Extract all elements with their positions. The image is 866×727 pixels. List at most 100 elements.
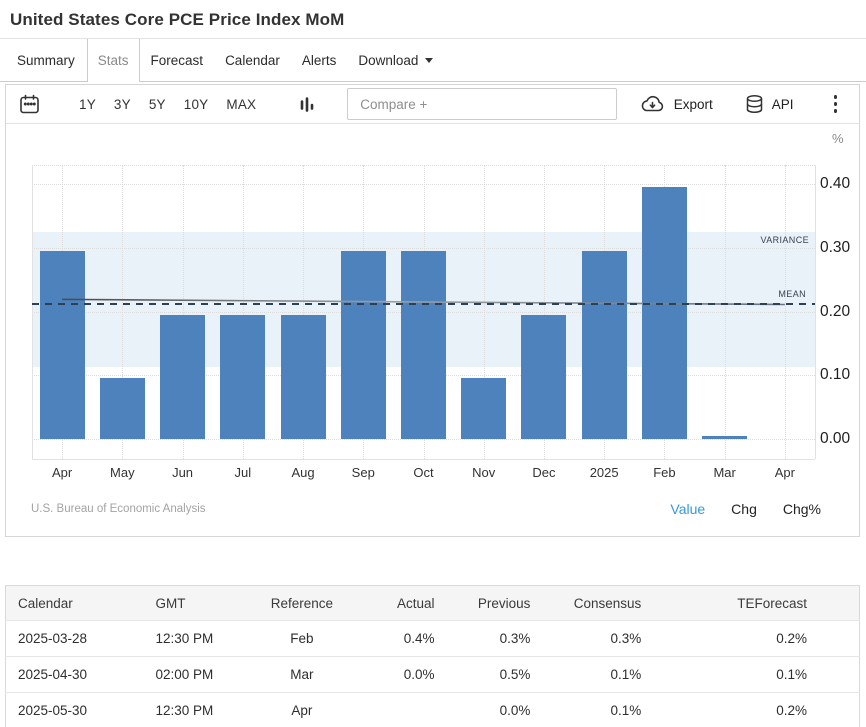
cell-calendar: 2025-04-30	[6, 657, 145, 693]
column-header-gmt: GMT	[144, 586, 255, 621]
view-link-chg[interactable]: Chg	[731, 501, 757, 517]
api-button[interactable]: API	[745, 94, 794, 115]
cell-calendar: 2025-03-28	[6, 621, 145, 657]
column-header-previous: Previous	[441, 586, 537, 621]
chart-toolbar: 1Y 3Y 5Y 10Y MAX	[6, 85, 859, 124]
cell-actual: 0.4%	[348, 621, 441, 657]
cell-previous: 0.0%	[441, 693, 537, 727]
range-button-10y[interactable]: 10Y	[184, 97, 209, 112]
cell-teforecast: 0.1%	[647, 657, 859, 693]
mean-line	[32, 303, 815, 305]
tab-summary[interactable]: Summary	[0, 39, 87, 81]
cell-reference: Feb	[256, 621, 348, 657]
table-row: 2025-03-2812:30 PMFeb0.4%0.3%0.3%0.2%	[6, 621, 860, 657]
y-tick-label: 0.00	[820, 430, 864, 448]
cell-gmt: 12:30 PM	[144, 693, 255, 727]
column-header-actual: Actual	[348, 586, 441, 621]
tab-download[interactable]: Download	[347, 39, 444, 81]
y-tick-label: 0.30	[820, 239, 864, 257]
x-tick-label-Dec: Dec	[514, 465, 574, 480]
tab-calendar[interactable]: Calendar	[214, 39, 291, 81]
x-tick-label-Apr: Apr	[32, 465, 92, 480]
tab-label: Calendar	[225, 53, 280, 68]
cell-actual	[348, 693, 441, 727]
x-tick-label-Mar: Mar	[695, 465, 755, 480]
x-tick-label-Feb: Feb	[634, 465, 694, 480]
database-icon	[745, 94, 764, 115]
tab-label: Forecast	[151, 53, 204, 68]
view-link-value[interactable]: Value	[670, 501, 705, 517]
page: United States Core PCE Price Index MoM S…	[0, 0, 866, 727]
plot: VARIANCEMEAN%0.000.100.200.300.40AprMayJ…	[6, 124, 859, 537]
compare-input[interactable]	[347, 88, 617, 120]
x-tick-label-May: May	[92, 465, 152, 480]
cell-gmt: 02:00 PM	[144, 657, 255, 693]
page-title: United States Core PCE Price Index MoM	[0, 0, 866, 30]
x-tick-label-Aug: Aug	[273, 465, 333, 480]
chart-footer: U.S. Bureau of Economic Analysis Value Ch…	[31, 498, 821, 520]
view-toggle: Value Chg Chg%	[670, 501, 821, 517]
y-tick-label: 0.20	[820, 303, 864, 321]
chart-card: 1Y 3Y 5Y 10Y MAX	[5, 84, 860, 537]
column-header-teforecast: TEForecast	[647, 586, 859, 621]
tab-label: Download	[358, 53, 418, 68]
tab-alerts[interactable]: Alerts	[291, 39, 348, 81]
title-bar: United States Core PCE Price Index MoM	[0, 0, 866, 39]
x-tick-label-Sep: Sep	[333, 465, 393, 480]
column-header-consensus: Consensus	[536, 586, 647, 621]
tab-bar: Summary Stats Forecast Calendar Alerts Downlo…	[0, 39, 866, 82]
cell-consensus: 0.1%	[536, 693, 647, 727]
table-row: 2025-04-3002:00 PMMar0.0%0.5%0.1%0.1%	[6, 657, 860, 693]
cloud-download-icon	[639, 94, 666, 114]
caret-down-icon	[425, 58, 433, 63]
cell-previous: 0.5%	[441, 657, 537, 693]
cell-consensus: 0.3%	[536, 621, 647, 657]
tab-forecast[interactable]: Forecast	[140, 39, 215, 81]
x-tick-label-2025: 2025	[574, 465, 634, 480]
range-button-5y[interactable]: 5Y	[149, 97, 166, 112]
chart-area: VARIANCEMEAN%0.000.100.200.300.40AprMayJ…	[6, 124, 859, 537]
y-tick-label: 0.40	[820, 175, 864, 193]
kebab-menu-icon	[834, 95, 838, 99]
range-button-max[interactable]: MAX	[226, 97, 256, 112]
view-link-chg[interactable]: Chg%	[783, 501, 821, 517]
cell-reference: Mar	[256, 657, 348, 693]
column-chart-icon	[297, 94, 317, 114]
x-tick-label-Oct: Oct	[393, 465, 453, 480]
cell-actual: 0.0%	[348, 657, 441, 693]
releases-table: CalendarGMTReferenceActualPreviousConsen…	[5, 585, 860, 727]
table-row: 2025-05-3012:30 PMApr 0.0%0.1%0.2%	[6, 693, 860, 727]
variance-label: VARIANCE	[729, 235, 809, 245]
more-menu-button[interactable]	[830, 91, 842, 117]
cell-teforecast: 0.2%	[647, 621, 859, 657]
source-attribution: U.S. Bureau of Economic Analysis	[31, 503, 206, 515]
calendar-icon	[19, 94, 40, 115]
export-label: Export	[674, 97, 713, 112]
x-tick-label-Jun: Jun	[152, 465, 212, 480]
cell-teforecast: 0.2%	[647, 693, 859, 727]
tab-label: Stats	[98, 53, 129, 68]
y-axis-unit: %	[832, 131, 844, 146]
cell-previous: 0.3%	[441, 621, 537, 657]
tab-label: Alerts	[302, 53, 337, 68]
api-label: API	[772, 97, 794, 112]
table-body: 2025-03-2812:30 PMFeb0.4%0.3%0.3%0.2%202…	[6, 621, 860, 727]
cell-gmt: 12:30 PM	[144, 621, 255, 657]
mean-label: MEAN	[746, 289, 806, 299]
date-range-calendar-button[interactable]	[19, 94, 40, 115]
chart-type-button[interactable]	[297, 94, 317, 114]
cell-reference: Apr	[256, 693, 348, 727]
column-header-calendar: Calendar	[6, 586, 145, 621]
export-button[interactable]: Export	[639, 94, 713, 114]
tab-stats[interactable]: Stats	[87, 39, 140, 81]
range-buttons: 1Y 3Y 5Y 10Y MAX	[70, 97, 265, 112]
range-button-1y[interactable]: 1Y	[79, 97, 96, 112]
range-button-3y[interactable]: 3Y	[114, 97, 131, 112]
x-tick-label-Jul: Jul	[213, 465, 273, 480]
cell-calendar: 2025-05-30	[6, 693, 145, 727]
tab-label: Summary	[17, 53, 75, 68]
cell-consensus: 0.1%	[536, 657, 647, 693]
column-header-reference: Reference	[256, 586, 348, 621]
x-tick-label-Apr: Apr	[755, 465, 815, 480]
y-tick-label: 0.10	[820, 366, 864, 384]
